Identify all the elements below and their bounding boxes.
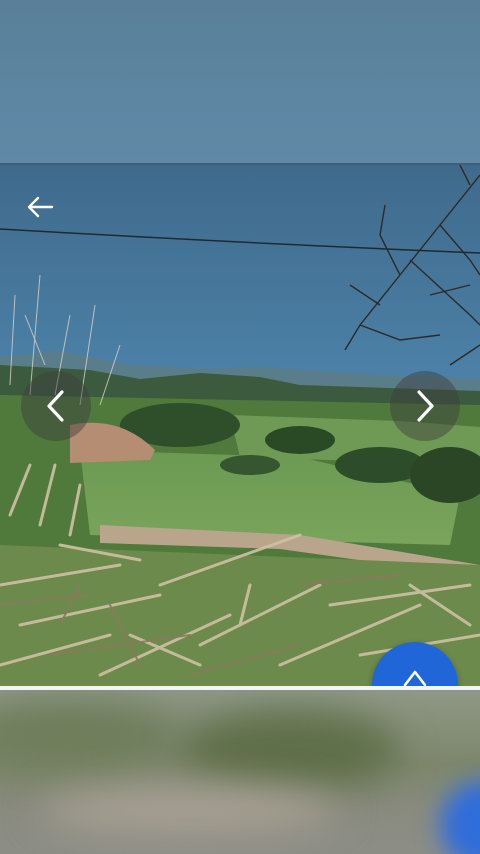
back-button[interactable]: [18, 189, 62, 225]
chevron-right-icon: [417, 390, 434, 422]
chevron-up-icon: [403, 670, 427, 686]
arrow-left-icon: [27, 196, 54, 218]
previous-photo-button[interactable]: [21, 371, 91, 441]
blurred-background-top: [0, 0, 480, 164]
chevron-left-icon: [47, 390, 64, 422]
next-photo-button[interactable]: [390, 371, 460, 441]
photo-viewer[interactable]: [0, 165, 480, 686]
blurred-background-bottom: [0, 690, 480, 854]
